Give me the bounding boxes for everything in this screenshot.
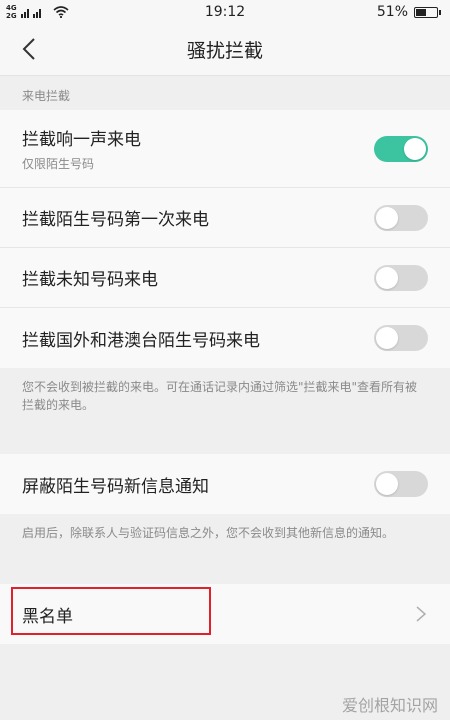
setting-block-unknown[interactable]: 拦截未知号码来电 xyxy=(0,248,450,308)
toggle-knob xyxy=(376,473,398,495)
back-button[interactable] xyxy=(14,34,44,64)
toggle-switch[interactable] xyxy=(374,264,428,291)
setting-block-sms-notification[interactable]: 屏蔽陌生号码新信息通知 xyxy=(0,454,450,514)
setting-block-ring-once[interactable]: 拦截响一声来电 仅限陌生号码 xyxy=(0,110,450,188)
setting-label: 拦截陌生号码第一次来电 xyxy=(22,210,209,230)
status-bar: 4G 2G 19:12 51% xyxy=(0,0,450,24)
watermark: 爱创根知识网 xyxy=(341,696,438,715)
toggle-knob xyxy=(376,327,398,349)
setting-label: 屏蔽陌生号码新信息通知 xyxy=(22,476,209,497)
status-left: 4G 2G xyxy=(6,4,69,20)
toggle-knob xyxy=(404,137,426,160)
status-right: 51% xyxy=(376,4,441,20)
setting-text: 拦截响一声来电 仅限陌生号码 xyxy=(22,125,141,172)
spacer xyxy=(0,556,450,584)
setting-label: 拦截国外和港澳台陌生号码来电 xyxy=(22,330,260,351)
call-note: 您不会收到被拦截的来电。可在通话记录内通过筛选"拦截来电"查看所有被拦截的来电。 xyxy=(0,368,450,428)
back-arrow-icon xyxy=(22,38,35,60)
battery-percent: 51% xyxy=(376,4,408,20)
page-title: 骚扰拦截 xyxy=(186,40,263,62)
signal-icon xyxy=(20,9,41,18)
setting-block-first-stranger[interactable]: 拦截陌生号码第一次来电 xyxy=(0,188,450,248)
toggle-switch[interactable] xyxy=(374,204,428,231)
call-settings-group: 拦截响一声来电 仅限陌生号码 拦截陌生号码第一次来电 拦截未知号码来电 拦截国外… xyxy=(0,110,450,368)
blacklist-item[interactable]: 黑名单 xyxy=(0,584,450,644)
sms-note: 启用后，除联系人与验证码信息之外，您不会收到其他新信息的通知。 xyxy=(0,514,450,556)
battery-fill xyxy=(416,8,426,16)
section-header-calls: 来电拦截 xyxy=(0,76,450,110)
wifi-icon xyxy=(53,6,69,18)
setting-block-foreign[interactable]: 拦截国外和港澳台陌生号码来电 xyxy=(0,308,450,368)
sms-settings-group: 屏蔽陌生号码新信息通知 xyxy=(0,454,450,514)
title-bar: 骚扰拦截 xyxy=(0,24,450,76)
chevron-right-icon xyxy=(416,606,427,622)
toggle-knob xyxy=(376,206,398,229)
spacer xyxy=(0,428,450,454)
network-indicator: 4G 2G xyxy=(6,4,17,20)
battery-icon xyxy=(414,6,441,18)
toggle-switch[interactable] xyxy=(374,325,428,351)
toggle-switch[interactable] xyxy=(374,135,428,162)
setting-label: 拦截未知号码来电 xyxy=(22,270,158,290)
toggle-knob xyxy=(376,266,398,289)
network-bottom: 2G xyxy=(6,12,17,20)
setting-label: 拦截响一声来电 xyxy=(22,130,141,150)
setting-sublabel: 仅限陌生号码 xyxy=(22,157,95,171)
toggle-switch[interactable] xyxy=(374,471,428,497)
network-top: 4G xyxy=(6,4,17,12)
highlight-box xyxy=(11,587,211,635)
